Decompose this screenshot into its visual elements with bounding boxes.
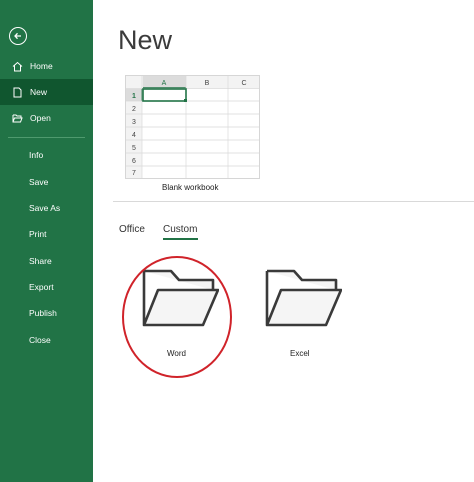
nav-save-as[interactable]: Save As	[0, 195, 93, 221]
nav-close-label: Close	[29, 335, 51, 345]
row-header: 2	[132, 106, 136, 113]
nav-save-as-label: Save As	[29, 203, 61, 213]
nav-publish-label: Publish	[29, 308, 57, 318]
column-header: C	[241, 80, 246, 87]
home-icon	[12, 61, 23, 71]
blank-workbook-label[interactable]: Blank workbook	[162, 183, 218, 192]
back-button[interactable]	[9, 27, 27, 45]
section-divider	[113, 201, 474, 202]
nav-open[interactable]: Open	[0, 105, 93, 131]
column-header: B	[205, 80, 210, 87]
tab-office[interactable]: Office	[119, 224, 145, 235]
template-excel-label[interactable]: Excel	[290, 349, 310, 358]
nav-share-label: Share	[29, 256, 52, 266]
nav-home-label: Home	[30, 61, 53, 71]
row-header: 3	[132, 119, 136, 126]
nav-print-label: Print	[29, 229, 47, 239]
row-header: 1	[132, 93, 136, 100]
back-arrow-icon	[14, 32, 21, 40]
nav-save[interactable]: Save	[0, 169, 93, 195]
row-header: 6	[132, 158, 136, 165]
nav-print[interactable]: Print	[0, 221, 93, 247]
nav-export[interactable]: Export	[0, 274, 93, 300]
backstage-sidebar: Home New Open Info Save Save As Print Sh…	[0, 0, 93, 482]
row-header: 7	[132, 170, 136, 177]
nav-info-label: Info	[29, 150, 44, 160]
row-header: 4	[132, 132, 136, 139]
blank-workbook-thumbnail[interactable]: A B C 1 2 3 4 5 6 7	[125, 75, 260, 179]
nav-close[interactable]: Close	[0, 327, 93, 353]
active-tab-indicator	[163, 238, 198, 240]
open-folder-icon	[12, 114, 23, 122]
nav-new-label: New	[30, 87, 48, 97]
column-header: A	[162, 80, 167, 87]
folder-icon[interactable]	[262, 268, 342, 328]
nav-info[interactable]: Info	[0, 142, 93, 168]
nav-open-label: Open	[30, 113, 51, 123]
nav-export-label: Export	[29, 282, 54, 292]
nav-save-label: Save	[29, 177, 49, 187]
nav-share[interactable]: Share	[0, 248, 93, 274]
tab-custom[interactable]: Custom	[163, 224, 197, 235]
nav-publish[interactable]: Publish	[0, 300, 93, 326]
row-header: 5	[132, 145, 136, 152]
page-title: New	[118, 25, 173, 55]
spreadsheet-grid-preview: A B C 1 2 3 4 5 6 7	[126, 76, 259, 178]
annotation-circle	[122, 256, 232, 378]
nav-home[interactable]: Home	[0, 53, 93, 79]
nav-new[interactable]: New	[0, 79, 93, 105]
new-doc-icon	[13, 87, 22, 97]
sidebar-divider	[8, 137, 85, 138]
